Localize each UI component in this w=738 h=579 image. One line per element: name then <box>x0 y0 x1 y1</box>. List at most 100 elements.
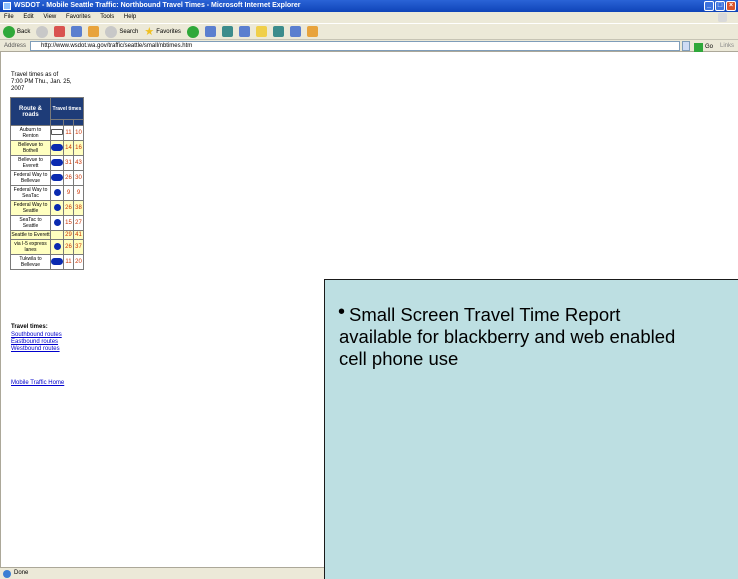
gp-time: 11 <box>63 254 74 270</box>
header-travel-times: Travel times <box>50 97 84 120</box>
route-row: Bellevue to Everett 31 43 <box>10 155 84 171</box>
timestamp-line-2: 7:00 PM Thu., Jan. 25, <box>11 79 72 85</box>
route-name: Federal Way to Bellevue <box>10 170 51 186</box>
hov-time: 20 <box>73 254 84 270</box>
close-button[interactable]: × <box>726 1 736 11</box>
ie-app-icon <box>3 2 11 10</box>
address-dropdown-button[interactable] <box>682 41 690 51</box>
back-arrow-icon <box>3 25 15 38</box>
back-button[interactable]: Back <box>3 25 31 38</box>
timestamp-line-3: 2007 <box>11 86 25 92</box>
address-input[interactable]: http://www.wsdot.wa.gov/traffic/seattle/… <box>30 41 680 51</box>
callout-line-1: Small Screen Travel Time Report <box>349 304 621 325</box>
minimize-button[interactable]: _ <box>704 1 714 11</box>
hov-time: 16 <box>73 140 84 156</box>
gp-time: 9 <box>63 185 74 201</box>
route-name: SeaTac to Seattle <box>10 215 51 231</box>
forward-button[interactable] <box>36 25 49 38</box>
route-name: Auburn to Renton <box>10 125 51 141</box>
gp-time: 11 <box>63 125 74 141</box>
menu-favorites[interactable]: Favorites <box>66 14 91 20</box>
mobile-traffic-home-link[interactable]: Mobile Traffic Home <box>11 380 64 386</box>
gp-time: 15 <box>63 215 74 231</box>
search-icon <box>105 25 118 38</box>
tool-button[interactable] <box>306 26 318 37</box>
hov-time: 27 <box>73 215 84 231</box>
route-marker-cell <box>50 239 64 255</box>
route-marker-icon <box>51 129 63 135</box>
messenger-button[interactable] <box>289 26 301 37</box>
route-marker-icon <box>51 173 63 181</box>
route-name: Tukwila to Bellevue <box>10 254 51 270</box>
route-name: Bellevue to Bothell <box>10 140 51 156</box>
route-name: Bellevue to Everett <box>10 155 51 171</box>
southbound-routes-link[interactable]: Southbound routes <box>11 332 62 338</box>
hov-time: 41 <box>73 230 84 240</box>
stop-button[interactable] <box>54 26 66 37</box>
route-marker-cell <box>50 170 64 186</box>
route-marker-icon <box>51 257 63 265</box>
travel-times-timestamp: Travel times as of 7:00 PM Thu., Jan. 25… <box>11 72 86 93</box>
hov-time: 10 <box>73 125 84 141</box>
menu-help[interactable]: Help <box>124 14 136 20</box>
gp-time: 26 <box>63 200 74 216</box>
gp-time: 31 <box>63 155 74 171</box>
menu-file[interactable]: File <box>4 14 14 20</box>
route-name: Seattle to Everett <box>10 230 51 240</box>
westbound-routes-link[interactable]: Westbound routes <box>11 346 60 352</box>
menu-view[interactable]: View <box>43 14 56 20</box>
route-marker-icon <box>53 218 61 226</box>
callout-line-2: available for blackberry and web enabled <box>339 326 676 347</box>
route-marker-cell <box>50 200 64 216</box>
hov-time: 9 <box>73 185 84 201</box>
travel-times-section-title: Travel times: <box>11 324 48 330</box>
route-marker-cell <box>50 125 64 141</box>
gp-time: 14 <box>63 140 74 156</box>
route-name: via I-5 express lanes <box>10 239 51 255</box>
route-row: Auburn to Renton 11 10 <box>10 125 84 141</box>
route-marker-cell <box>50 254 64 270</box>
refresh-button[interactable] <box>71 26 83 37</box>
hov-time: 38 <box>73 200 84 216</box>
print-button[interactable] <box>221 26 233 37</box>
search-label: Search <box>119 28 139 35</box>
maximize-button[interactable]: □ <box>715 1 725 11</box>
route-row: Tukwila to Bellevue 11 20 <box>10 254 84 270</box>
favorites-star-icon: ★ <box>144 26 155 38</box>
browser-toolbar: Back Search ★ Favorites <box>0 23 738 40</box>
favorites-button[interactable]: ★ Favorites <box>144 25 181 38</box>
back-label: Back <box>17 28 31 35</box>
route-row: SeaTac to Seattle 15 27 <box>10 215 84 231</box>
route-marker-cell <box>50 230 64 240</box>
status-text: Done <box>14 570 29 576</box>
address-label: Address <box>4 43 27 49</box>
eastbound-routes-link[interactable]: Eastbound routes <box>11 339 58 345</box>
hov-time: 30 <box>73 170 84 186</box>
route-marker-cell <box>50 185 64 201</box>
bullet-marker: • <box>338 301 346 323</box>
route-marker-icon <box>51 143 63 151</box>
route-marker-cell <box>50 140 64 156</box>
edit-button[interactable] <box>238 26 250 37</box>
links-button[interactable]: Links <box>720 40 734 52</box>
hov-time: 37 <box>73 239 84 255</box>
route-row: Federal Way to SeaTac 9 9 <box>10 185 84 201</box>
folder-button[interactable] <box>255 26 267 37</box>
menu-tools[interactable]: Tools <box>100 14 114 20</box>
menu-edit[interactable]: Edit <box>23 14 33 20</box>
slide-callout: • Small Screen Travel Time Report availa… <box>324 279 738 579</box>
route-marker-cell <box>50 155 64 171</box>
address-bar: Address http://www.wsdot.wa.gov/traffic/… <box>0 40 738 52</box>
gp-time: 29 <box>63 230 74 240</box>
windows-logo-icon <box>718 13 727 22</box>
search-button[interactable]: Search <box>105 25 139 38</box>
mail-button[interactable] <box>204 26 216 37</box>
route-row: Federal Way to Bellevue 26 30 <box>10 170 84 186</box>
menu-bar: File Edit View Favorites Tools Help <box>0 12 738 23</box>
go-arrow-icon <box>694 42 703 52</box>
route-marker-icon <box>51 158 63 166</box>
research-button[interactable] <box>272 26 284 37</box>
home-button[interactable] <box>88 26 100 37</box>
history-button[interactable] <box>186 25 199 38</box>
window-controls: _ □ × <box>704 1 736 11</box>
